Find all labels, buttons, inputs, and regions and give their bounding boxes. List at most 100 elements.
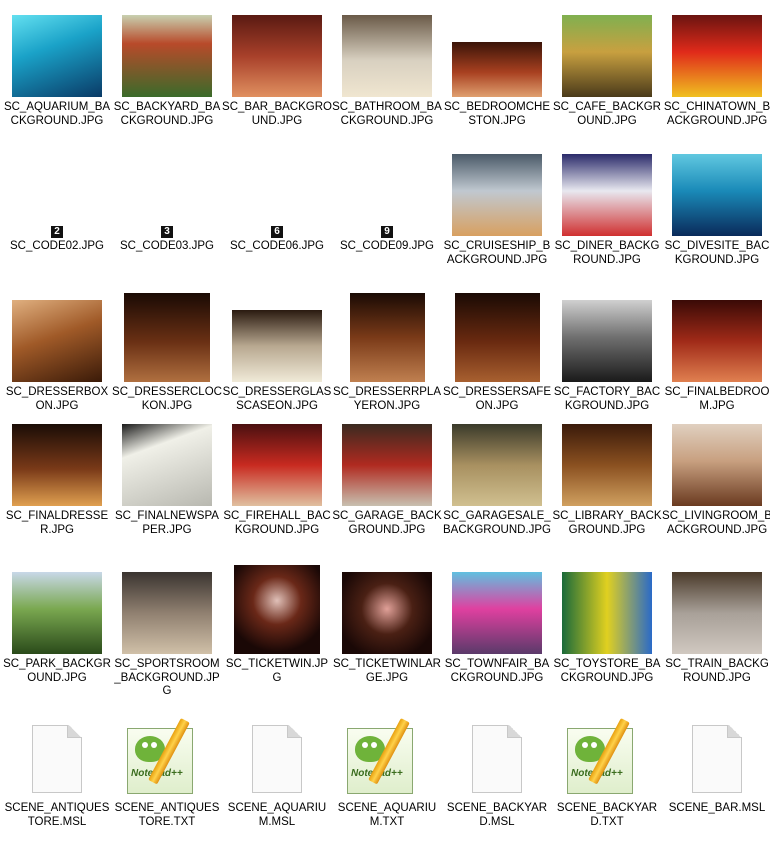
image-thumbnail [342, 15, 432, 97]
image-thumbnail [454, 293, 540, 382]
file-name: SC_CRUISESHIP_BACKGROUND.JPG [443, 240, 551, 266]
file-tile[interactable]: SC_TRAIN_BACKGROUND.JPG [662, 561, 770, 706]
image-thumbnail [562, 300, 652, 382]
file-name: SC_CHINATOWN_BACKGROUND.JPG [663, 101, 770, 127]
file-name: SC_TICKETWIN.JPG [225, 658, 329, 684]
file-name: SC_SPORTSROOM_BACKGROUND.JPG [114, 658, 220, 698]
file-name: SC_DRESSERRPLAYERON.JPG [332, 386, 441, 412]
file-name: SC_BATHROOM_BACKGROUND.JPG [332, 101, 442, 127]
image-thumbnail [232, 310, 322, 382]
file-name: SC_BAR_BACKGROUND.JPG [222, 101, 332, 127]
file-name: SC_FINALBEDROOM.JPG [664, 386, 770, 412]
image-thumbnail [122, 572, 212, 654]
notepad-plus-plus-icon: Notepad++ [123, 716, 211, 796]
image-thumbnail [452, 154, 542, 236]
image-thumbnail [122, 424, 212, 506]
file-tile[interactable]: SC_GARAGESALE_BACKGROUND.JPG [442, 413, 552, 558]
file-name: SC_BACKYARD_BACKGROUND.JPG [113, 101, 221, 127]
file-name: SC_LIBRARY_BACKGROUND.JPG [552, 510, 662, 536]
image-thumbnail [234, 565, 320, 654]
file-name: SCENE_ANTIQUESTORE.MSL [4, 802, 110, 828]
file-tile[interactable]: 2 SC_CODE02.JPG [2, 143, 112, 288]
file-name: SC_FIREHALL_BACKGROUND.JPG [223, 510, 331, 536]
blank-file-icon [252, 725, 302, 793]
image-thumbnail [12, 15, 102, 97]
image-thumbnail [232, 15, 322, 97]
file-tile[interactable]: SC_BATHROOM_BACKGROUND.JPG [332, 4, 442, 149]
image-thumbnail [562, 424, 652, 506]
image-thumbnail [452, 424, 542, 506]
file-tile[interactable]: 3 SC_CODE03.JPG [112, 143, 222, 288]
file-tile[interactable]: SC_TICKETWIN.JPG [222, 561, 332, 706]
file-tile[interactable]: 6 SC_CODE06.JPG [222, 143, 332, 288]
file-name: SC_AQUARIUM_BACKGROUND.JPG [3, 101, 111, 127]
image-thumbnail [12, 572, 102, 654]
file-name: SC_CODE03.JPG [120, 240, 214, 252]
code-thumbnail: 3 [161, 226, 173, 238]
file-name: SC_TOYSTORE_BACKGROUND.JPG [553, 658, 661, 684]
file-tile[interactable]: SC_BEDROOMCHESTON.JPG [442, 4, 552, 149]
file-name: SC_PARK_BACKGROUND.JPG [3, 658, 111, 684]
image-thumbnail [342, 572, 432, 654]
file-name: SC_DIVESITE_BACKGROUND.JPG [664, 240, 770, 266]
file-name: SC_GARAGE_BACKGROUND.JPG [332, 510, 442, 536]
file-tile[interactable]: Notepad++ SCENE_ANTIQUESTORE.TXT [112, 705, 222, 850]
file-tile[interactable]: 9 SC_CODE09.JPG [332, 143, 442, 288]
file-tile[interactable]: SC_AQUARIUM_BACKGROUND.JPG [2, 4, 112, 149]
file-tile[interactable]: SC_LIBRARY_BACKGROUND.JPG [552, 413, 662, 558]
file-tile[interactable]: SC_FINALDRESSER.JPG [2, 413, 112, 558]
file-name: SC_FINALDRESSER.JPG [5, 510, 109, 536]
image-thumbnail [562, 572, 652, 654]
file-name: SCENE_BACKYARD.MSL [446, 802, 548, 828]
file-tile[interactable]: SCENE_BACKYARD.MSL [442, 705, 552, 850]
file-tile[interactable]: SCENE_ANTIQUESTORE.MSL [2, 705, 112, 850]
file-tile[interactable]: SC_FINALNEWSPAPER.JPG [112, 413, 222, 558]
file-tile[interactable]: SC_PARK_BACKGROUND.JPG [2, 561, 112, 706]
file-name: SC_DRESSERCLOCKON.JPG [112, 386, 222, 412]
image-thumbnail [122, 15, 212, 97]
image-thumbnail [452, 42, 542, 97]
file-name: SC_CODE09.JPG [340, 240, 434, 252]
image-thumbnail [562, 154, 652, 236]
file-tile[interactable]: SC_DINER_BACKGROUND.JPG [552, 143, 662, 288]
file-grid: SC_AQUARIUM_BACKGROUND.JPG SC_BACKYARD_B… [0, 0, 770, 838]
image-thumbnail [12, 300, 102, 382]
file-tile[interactable]: SC_CRUISESHIP_BACKGROUND.JPG [442, 143, 552, 288]
file-tile[interactable]: Notepad++ SCENE_BACKYARD.TXT [552, 705, 662, 850]
file-name: SC_DRESSERBOXON.JPG [5, 386, 109, 412]
image-thumbnail [12, 424, 102, 506]
file-tile[interactable]: Notepad++ SCENE_AQUARIUM.TXT [332, 705, 442, 850]
file-tile[interactable]: SC_DIVESITE_BACKGROUND.JPG [662, 143, 770, 288]
image-thumbnail [562, 15, 652, 97]
file-tile[interactable]: SC_BACKYARD_BACKGROUND.JPG [112, 4, 222, 149]
file-tile[interactable]: SC_SPORTSROOM_BACKGROUND.JPG [112, 561, 222, 706]
file-name: SC_BEDROOMCHESTON.JPG [443, 101, 551, 127]
code-thumbnail: 9 [381, 226, 393, 238]
file-tile[interactable]: SC_CAFE_BACKGROUND.JPG [552, 4, 662, 149]
file-name: SCENE_AQUARIUM.MSL [227, 802, 327, 828]
file-tile[interactable]: SC_CHINATOWN_BACKGROUND.JPG [662, 4, 770, 149]
file-tile[interactable]: SC_LIVINGROOM_BACKGROUND.JPG [662, 413, 770, 558]
file-tile[interactable]: SCENE_AQUARIUM.MSL [222, 705, 332, 850]
image-thumbnail [672, 300, 762, 382]
image-thumbnail [124, 293, 210, 382]
blank-file-icon [472, 725, 522, 793]
notepad-plus-plus-icon: Notepad++ [343, 716, 431, 796]
file-name: SCENE_AQUARIUM.TXT [337, 802, 437, 828]
image-thumbnail [349, 293, 425, 382]
file-tile[interactable]: SC_TOWNFAIR_BACKGROUND.JPG [442, 561, 552, 706]
file-name: SC_LIVINGROOM_BACKGROUND.JPG [662, 510, 770, 536]
file-name: SC_DINER_BACKGROUND.JPG [554, 240, 660, 266]
file-name: SC_TRAIN_BACKGROUND.JPG [665, 658, 769, 684]
file-tile[interactable]: SC_BAR_BACKGROUND.JPG [222, 4, 332, 149]
file-name: SC_FINALNEWSPAPER.JPG [115, 510, 219, 536]
file-name: SC_TOWNFAIR_BACKGROUND.JPG [444, 658, 550, 684]
file-name: SC_GARAGESALE_BACKGROUND.JPG [443, 510, 551, 536]
file-tile[interactable]: SC_TICKETWINLARGE.JPG [332, 561, 442, 706]
file-tile[interactable]: SC_FIREHALL_BACKGROUND.JPG [222, 413, 332, 558]
file-tile[interactable]: SCENE_BAR.MSL [662, 705, 770, 850]
image-thumbnail [232, 424, 322, 506]
file-tile[interactable]: SC_TOYSTORE_BACKGROUND.JPG [552, 561, 662, 706]
file-tile[interactable]: SC_GARAGE_BACKGROUND.JPG [332, 413, 442, 558]
file-name: SC_DRESSERGLASSCASEON.JPG [222, 386, 332, 412]
